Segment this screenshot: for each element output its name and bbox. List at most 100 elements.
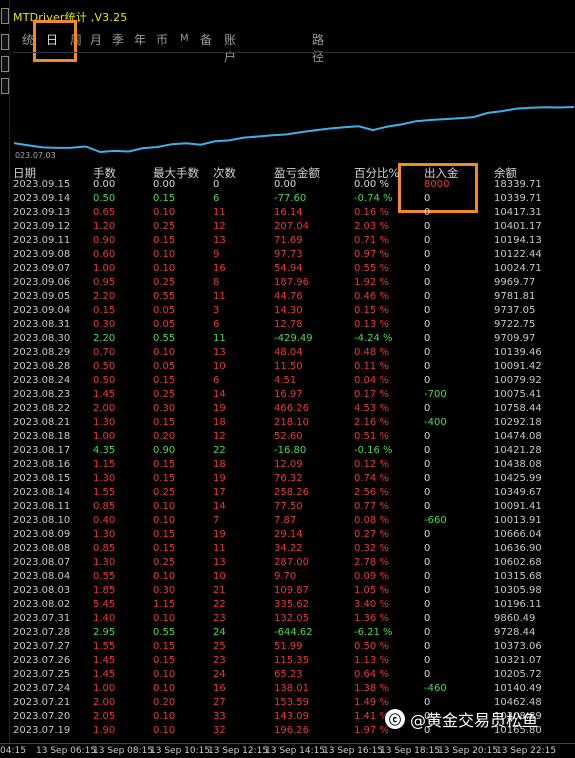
cell-lots: 1.40 (93, 613, 116, 624)
cell-max-lots: 0.10 (153, 725, 176, 736)
cell-percent: 0.12 % (354, 459, 389, 470)
cell-pnl: 14.30 (274, 305, 303, 316)
table-row[interactable]: 2023.07.31 1.40 0.10 23 132.05 1.36 % 0 9860.49 (13, 613, 575, 627)
cell-percent: 2.03 % (354, 221, 389, 232)
cell-funds: 0 (424, 557, 431, 568)
table-row[interactable]: 2023.09.11 0.90 0.15 13 71.69 0.71 % 0 10194.13 (13, 235, 575, 249)
cell-balance: 10122.44 (494, 249, 542, 260)
cell-date: 2023.08.29 (13, 347, 71, 358)
cell-percent: 0.09 % (354, 571, 389, 582)
table-row[interactable]: 2023.09.08 0.60 0.10 9 97.73 0.97 % 0 10122.44 (13, 249, 575, 263)
cell-count: 7 (213, 515, 220, 526)
table-row[interactable]: 2023.09.05 2.20 0.55 11 44.76 0.46 % 0 9781.81 (13, 291, 575, 305)
cell-funds: 0 (424, 641, 431, 652)
table-row[interactable]: 2023.09.04 0.15 0.05 3 14.30 0.15 % 0 9737.05 (13, 305, 575, 319)
cell-count: 6 (213, 319, 220, 330)
table-row[interactable]: 2023.07.25 1.45 0.10 24 65.23 0.64 % 0 10205.72 (13, 669, 575, 683)
cell-count: 24 (213, 669, 226, 680)
cell-percent: 0.71 % (354, 235, 389, 246)
cell-date: 2023.08.03 (13, 585, 71, 596)
table-row[interactable]: 2023.08.30 2.20 0.55 11 -429.49 -4.24 % 0 9709.… (13, 333, 575, 347)
table-row[interactable]: 2023.08.29 0.70 0.10 13 48.04 0.48 % 0 10139.46 (13, 347, 575, 361)
cell-percent: 3.40 % (354, 599, 389, 610)
table-row[interactable]: 2023.08.03 1.85 0.30 21 109.87 1.05 % 0 10305.9… (13, 585, 575, 599)
table-row[interactable]: 2023.08.08 0.85 0.15 11 34.22 0.32 % 0 10636.90 (13, 543, 575, 557)
table-row[interactable]: 2023.08.17 4.35 0.90 22 -16.80 -0.16 % 0 10421.… (13, 445, 575, 459)
cell-max-lots: 0.10 (153, 501, 176, 512)
cell-date: 2023.07.28 (13, 627, 71, 638)
tab-m[interactable]: M (180, 33, 189, 44)
table-row[interactable]: 2023.07.26 1.45 0.15 23 115.35 1.13 % 0 10321.0… (13, 655, 575, 669)
cell-funds: 0 (424, 571, 431, 582)
cell-balance: 10292.18 (494, 417, 542, 428)
table-row[interactable]: 2023.09.13 0.65 0.10 11 16.14 0.16 % 0 10417.31 (13, 207, 575, 221)
toolbar-marker[interactable] (1, 34, 9, 50)
cell-balance: 10438.08 (494, 459, 542, 470)
cell-max-lots: 0.10 (153, 347, 176, 358)
cell-percent: 0.32 % (354, 543, 389, 554)
table-row[interactable]: 2023.07.27 1.55 0.15 25 51.99 0.50 % 0 10373.06 (13, 641, 575, 655)
toolbar-marker[interactable] (1, 8, 9, 24)
cell-lots: 2.05 (93, 711, 116, 722)
cell-max-lots: 0.10 (153, 683, 176, 694)
table-row[interactable]: 2023.07.28 2.95 0.55 24 -644.62 -6.21 % 0 9728.… (13, 627, 575, 641)
table-row[interactable]: 2023.08.21 1.30 0.15 18 218.10 2.16 % -400 1029… (13, 417, 575, 431)
cell-balance: 10194.13 (494, 235, 542, 246)
cell-max-lots: 0.10 (153, 263, 176, 274)
cell-max-lots: 0.15 (153, 459, 176, 470)
cell-percent: 1.38 % (354, 683, 389, 694)
cell-percent: 1.13 % (354, 655, 389, 666)
table-row[interactable]: 2023.08.16 1.15 0.15 18 12.09 0.12 % 0 10438.08 (13, 459, 575, 473)
cell-date: 2023.09.15 (13, 179, 71, 190)
tab-quarter[interactable]: 季 (112, 31, 124, 48)
table-row[interactable]: 2023.09.06 0.95 0.25 8 187.96 1.92 % 0 9969.77 (13, 277, 575, 291)
cell-max-lots: 0.25 (153, 389, 176, 400)
table-row[interactable]: 2023.08.18 1.00 0.20 12 52.60 0.51 % 0 10474.08 (13, 431, 575, 445)
table-row[interactable]: 2023.09.15 0.00 0.00 0 0.00 0.00 % 8000 18339.7… (13, 179, 575, 193)
cell-lots: 1.00 (93, 263, 116, 274)
cell-lots: 1.30 (93, 473, 116, 484)
cell-balance: 10139.46 (494, 347, 542, 358)
table-row[interactable]: 2023.08.22 2.00 0.30 19 466.26 4.53 % 0 10758.4… (13, 403, 575, 417)
cell-max-lots: 1.15 (153, 599, 176, 610)
table-row[interactable]: 2023.08.02 5.45 1.15 22 335.62 3.40 % 0 10196.1… (13, 599, 575, 613)
cell-funds: 0 (424, 669, 431, 680)
cell-balance: 10321.07 (494, 655, 542, 666)
tab-notes[interactable]: 备 (200, 31, 212, 48)
table-row[interactable]: 2023.08.28 0.50 0.05 10 11.50 0.11 % 0 10091.42 (13, 361, 575, 375)
cell-max-lots: 0.55 (153, 627, 176, 638)
table-row[interactable]: 2023.08.04 0.55 0.10 10 9.70 0.09 % 0 10315.68 (13, 571, 575, 585)
table-row[interactable]: 2023.08.15 1.30 0.15 19 76.32 0.74 % 0 10425.99 (13, 473, 575, 487)
cell-lots: 2.20 (93, 333, 116, 344)
table-row[interactable]: 2023.08.14 1.55 0.25 17 258.26 2.56 % 0 10349.6… (13, 487, 575, 501)
tab-year[interactable]: 年 (134, 31, 146, 48)
table-row[interactable]: 2023.07.24 1.00 0.10 16 138.01 1.38 % -460 1014… (13, 683, 575, 697)
cell-max-lots: 0.15 (153, 473, 176, 484)
cell-balance: 18339.71 (494, 179, 542, 190)
table-row[interactable]: 2023.09.12 1.20 0.25 12 207.04 2.03 % 0 10401.1… (13, 221, 575, 235)
cell-lots: 1.55 (93, 487, 116, 498)
toolbar-marker[interactable] (1, 56, 9, 72)
table-row[interactable]: 2023.08.07 1.30 0.25 13 287.00 2.78 % 0 10602.6… (13, 557, 575, 571)
table-row[interactable]: 2023.08.23 1.45 0.25 14 16.97 0.17 % -700 10075… (13, 389, 575, 403)
table-row[interactable]: 2023.09.14 0.50 0.15 6 -77.60 -0.74 % 0 10339.7… (13, 193, 575, 207)
table-row[interactable]: 2023.08.31 0.30 0.05 6 12.78 0.13 % 0 9722.75 (13, 319, 575, 333)
tab-currency[interactable]: 币 (156, 31, 168, 48)
cell-pnl: 16.97 (274, 389, 303, 400)
cell-max-lots: 0.10 (153, 669, 176, 680)
table-row[interactable]: 2023.08.11 0.85 0.10 14 77.50 0.77 % 0 10091.41 (13, 501, 575, 515)
cell-pnl: 11.50 (274, 361, 303, 372)
cell-lots: 1.85 (93, 585, 116, 596)
table-row[interactable]: 2023.09.07 1.00 0.10 16 54.94 0.55 % 0 10024.71 (13, 263, 575, 277)
cell-lots: 2.95 (93, 627, 116, 638)
cell-pnl: 132.05 (274, 613, 309, 624)
tab-month[interactable]: 月 (90, 31, 102, 48)
cell-percent: -4.24 % (354, 333, 393, 344)
cell-lots: 0.15 (93, 305, 116, 316)
table-row[interactable]: 2023.08.10 0.40 0.10 7 7.87 0.08 % -660 10013.9… (13, 515, 575, 529)
toolbar-marker[interactable] (1, 78, 9, 94)
cell-lots: 0.60 (93, 249, 116, 260)
table-row[interactable]: 2023.08.09 1.30 0.15 19 29.14 0.27 % 0 10666.04 (13, 529, 575, 543)
cell-balance: 10421.28 (494, 445, 542, 456)
table-row[interactable]: 2023.08.24 0.50 0.15 6 4.51 0.04 % 0 10079.92 (13, 375, 575, 389)
